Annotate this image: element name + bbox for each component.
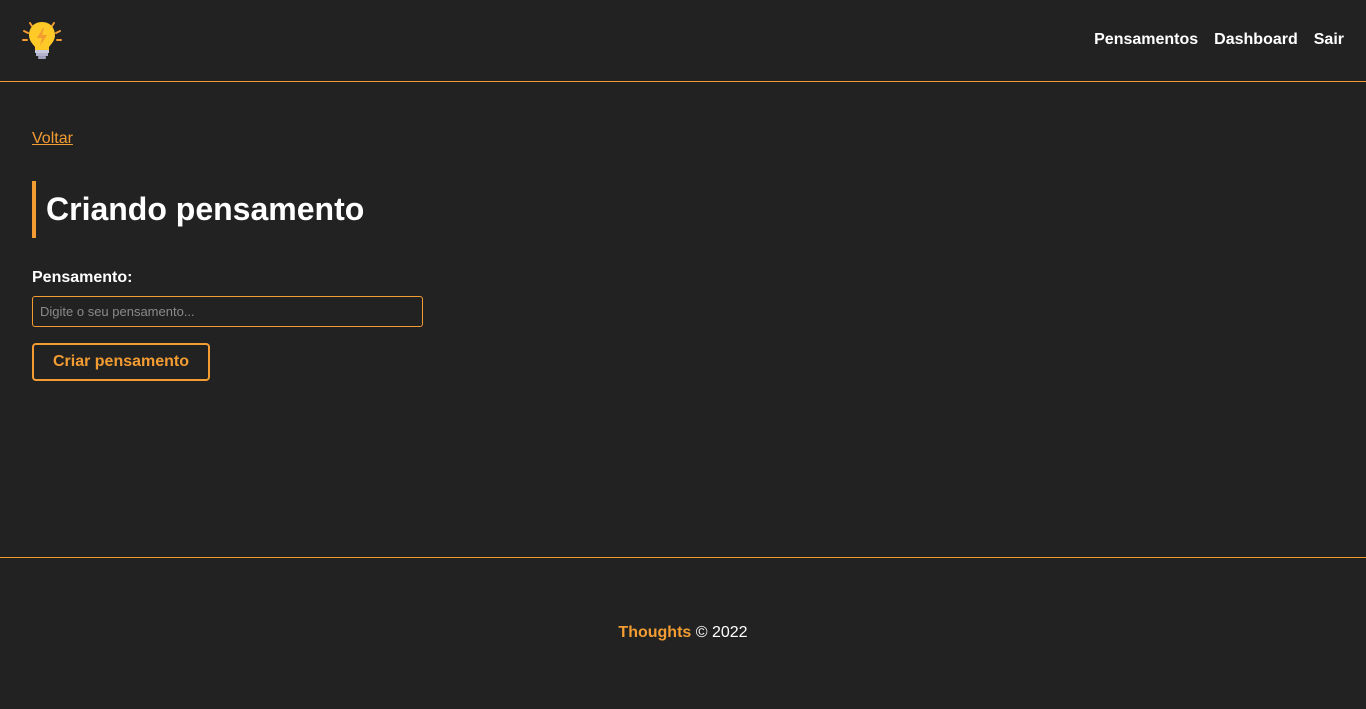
lightbulb-icon [22, 22, 62, 59]
nav-link-pensamentos[interactable]: Pensamentos [1094, 31, 1198, 49]
navbar: Pensamentos Dashboard Sair [0, 0, 1366, 82]
logo-link[interactable] [20, 17, 64, 61]
back-link[interactable]: Voltar [32, 130, 73, 148]
thought-field-label: Pensamento: [32, 269, 133, 286]
page-title: Criando pensamento [46, 191, 365, 227]
create-thought-button[interactable]: Criar pensamento [32, 343, 210, 381]
footer-copyright: © 2022 [695, 624, 748, 641]
footer: Thoughts © 2022 [0, 557, 1366, 709]
footer-brand: Thoughts [618, 624, 692, 641]
nav-link-sair[interactable]: Sair [1314, 31, 1344, 49]
footer-text: Thoughts © 2022 [0, 624, 1366, 642]
thought-input[interactable] [32, 296, 423, 327]
page-title-box: Criando pensamento [32, 181, 364, 238]
nav-links: Pensamentos Dashboard Sair [1094, 31, 1344, 49]
nav-link-dashboard[interactable]: Dashboard [1214, 31, 1298, 49]
